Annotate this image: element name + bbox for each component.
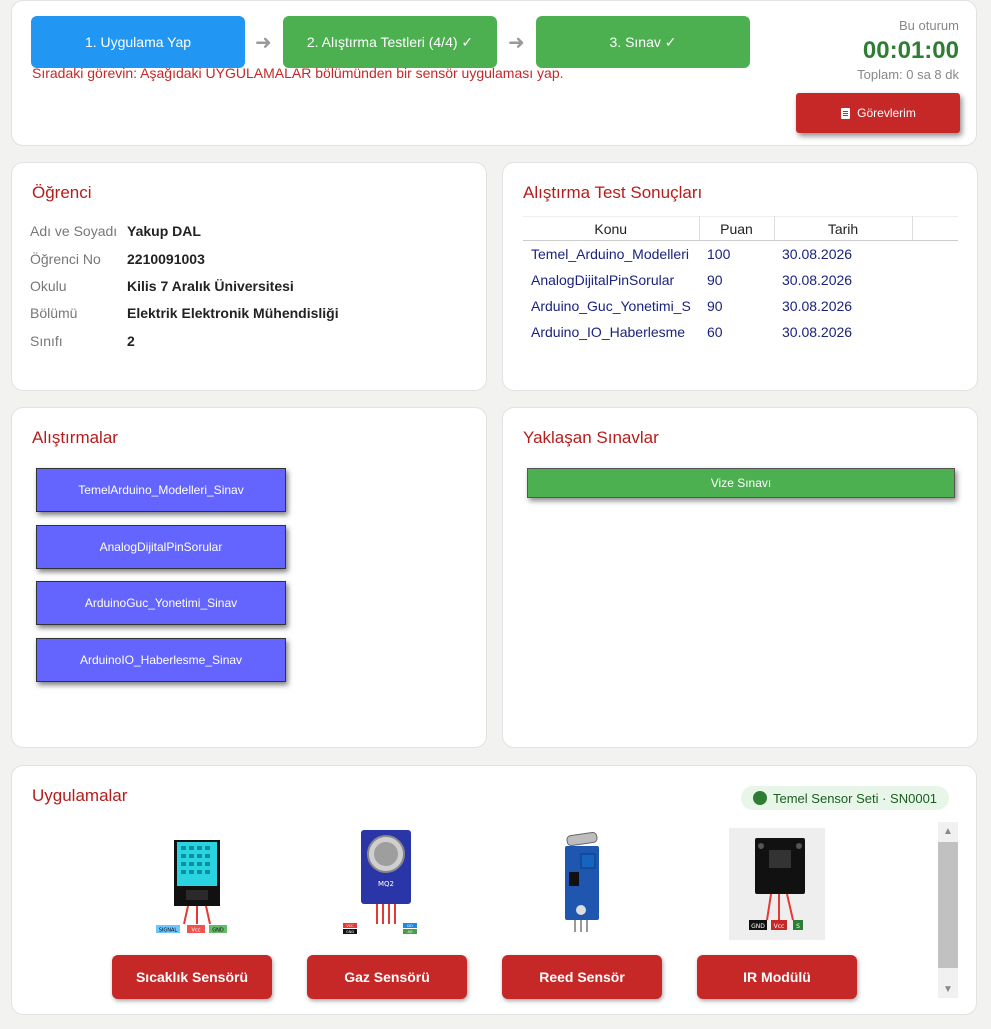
arrow-right-icon: ➜	[255, 32, 272, 54]
cell-topic: Arduino_IO_Haberlesme	[531, 323, 686, 340]
exercise-button[interactable]: TemelArduino_Modelleri_Sinav	[36, 468, 286, 512]
student-name-row: Adı ve Soyadı Yakup DAL	[30, 223, 201, 239]
cell-score: 90	[707, 297, 723, 314]
vcc-pin-label: Vcc	[192, 928, 201, 934]
cell-topic: Arduino_Guc_Yonetimi_S	[531, 297, 691, 314]
reed-sensor-button[interactable]: Reed Sensör	[502, 955, 662, 999]
temperature-sensor-image: SIGNAL Vcc GND	[156, 840, 227, 934]
exercise-button[interactable]: AnalogDijitalPinSorular	[36, 525, 286, 569]
table-row: AnalogDijitalPinSorular 90 30.08.2026	[523, 267, 958, 293]
tasks-button[interactable]: Görevlerim	[796, 93, 960, 133]
row-key: Sınıfı	[30, 333, 63, 349]
student-title: Öğrenci	[32, 183, 92, 202]
exams-card: Yaklaşan Sınavlar Vize Sınavı	[502, 407, 978, 748]
row-value: Yakup DAL	[127, 223, 201, 239]
student-number-row: Öğrenci No 2210091003	[30, 251, 205, 267]
step-practice-tests[interactable]: 2. Alıştırma Testleri (4/4) ✓	[283, 16, 497, 68]
ir-module-image: GND Vcc S	[729, 828, 825, 940]
reed-sensor-image	[565, 831, 599, 932]
table-row: Arduino_Guc_Yonetimi_S 90 30.08.2026	[523, 293, 958, 319]
cell-empty	[912, 267, 958, 293]
vcc-pin-label: Vcc	[774, 923, 785, 930]
gnd-pin-label: GND	[751, 923, 765, 930]
apps-title: Uygulamalar	[32, 786, 128, 805]
cell-score: 90	[707, 271, 723, 288]
gas-sensor-image: MQ2 VCC GND DO AO	[343, 830, 417, 934]
session-timer: Bu oturum 00:01:00 Toplam: 0 sa 8 dk	[857, 18, 959, 82]
cell-date: 30.08.2026	[782, 271, 853, 288]
exercises-card: Alıştırmalar TemelArduino_Modelleri_Sina…	[11, 407, 487, 748]
temperature-sensor-button[interactable]: Sıcaklık Sensörü	[112, 955, 272, 999]
gnd-pin-label: GND	[212, 928, 224, 934]
row-key: Okulu	[30, 278, 67, 294]
next-task-message: Sıradaki görevin: Aşağıdaki UYGULAMALAR …	[32, 65, 564, 81]
exercise-button[interactable]: ArduinoIO_Haberlesme_Sinav	[36, 638, 286, 682]
row-value: Kilis 7 Aralık Üniversitesi	[127, 278, 294, 294]
sensor-kit-badge: Temel Sensor Seti · SN0001	[741, 786, 950, 810]
step-apply[interactable]: 1. Uygulama Yap	[31, 16, 245, 68]
vcc-pin-label: VCC	[346, 924, 354, 928]
table-row: Temel_Arduino_Modelleri 100 30.08.2026	[523, 241, 958, 267]
gas-sensor-button[interactable]: Gaz Sensörü	[307, 955, 467, 999]
mq2-label: MQ2	[378, 880, 394, 888]
scroll-down-icon[interactable]: ▼	[938, 980, 958, 998]
header-topic[interactable]: Konu	[523, 216, 700, 241]
tasks-button-label: Görevlerim	[857, 106, 916, 120]
row-value: Elektrik Elektronik Mühendisliği	[127, 305, 339, 321]
scroll-up-icon[interactable]: ▲	[938, 822, 958, 840]
s-pin-label: S	[796, 923, 800, 930]
student-department-row: Bölümü Elektrik Elektronik Mühendisliği	[30, 305, 339, 321]
header-date[interactable]: Tarih	[774, 216, 913, 241]
session-time: 00:01:00	[862, 37, 959, 64]
session-total: Toplam: 0 sa 8 dk	[857, 67, 959, 82]
cell-score: 100	[707, 245, 731, 262]
do-pin-label: DO	[407, 924, 413, 928]
results-table: Konu Puan Tarih Temel_Arduino_Modelleri 1…	[523, 216, 958, 345]
ir-module-button[interactable]: IR Modülü	[697, 955, 857, 999]
header-empty	[912, 216, 958, 241]
cell-topic: Temel_Arduino_Modelleri	[531, 245, 689, 262]
row-value: 2	[127, 333, 135, 349]
status-dot-icon	[753, 791, 767, 805]
results-card: Alıştırma Test Sonuçları Konu Puan Tarih…	[502, 162, 978, 391]
cell-empty	[912, 293, 958, 319]
row-key: Adı ve Soyadı	[30, 223, 118, 239]
cell-date: 30.08.2026	[782, 245, 853, 262]
cell-date: 30.08.2026	[782, 323, 853, 340]
row-key: Öğrenci No	[30, 251, 101, 267]
cell-topic: AnalogDijitalPinSorular	[531, 271, 675, 288]
exam-button[interactable]: Vize Sınavı	[527, 468, 955, 498]
cell-empty	[912, 319, 958, 345]
step-exam[interactable]: 3. Sınav ✓	[536, 16, 750, 68]
student-school-row: Okulu Kilis 7 Aralık Üniversitesi	[30, 278, 294, 294]
progress-card: 1. Uygulama Yap ➜ 2. Alıştırma Testleri …	[11, 0, 977, 146]
gnd-pin-label: GND	[346, 930, 354, 934]
cell-empty	[912, 241, 958, 267]
apps-card: Uygulamalar Temel Sensor Seti · SN0001 S…	[11, 765, 977, 1015]
results-title: Alıştırma Test Sonuçları	[523, 183, 703, 202]
session-label: Bu oturum	[899, 18, 959, 33]
exercise-button[interactable]: ArduinoGuc_Yonetimi_Sinav	[36, 581, 286, 625]
student-card: Öğrenci Adı ve Soyadı Yakup DAL Öğrenci N…	[11, 162, 487, 391]
sensor-kit-label: Temel Sensor Seti · SN0001	[773, 790, 938, 806]
ao-pin-label: AO	[407, 930, 412, 934]
row-key: Bölümü	[30, 305, 78, 321]
signal-pin-label: SIGNAL	[159, 928, 178, 934]
scroll-thumb[interactable]	[938, 842, 958, 968]
exams-title: Yaklaşan Sınavlar	[523, 428, 659, 447]
cell-score: 60	[707, 323, 723, 340]
cell-date: 30.08.2026	[782, 297, 853, 314]
header-score[interactable]: Puan	[699, 216, 775, 241]
student-class-row: Sınıfı 2	[30, 333, 135, 349]
arrow-right-icon: ➜	[508, 32, 525, 54]
clipboard-icon	[841, 108, 851, 119]
row-value: 2210091003	[127, 251, 205, 267]
results-header-row: Konu Puan Tarih	[523, 216, 958, 241]
table-row: Arduino_IO_Haberlesme 60 30.08.2026	[523, 319, 958, 345]
apps-scrollbar[interactable]: ▲ ▼	[938, 822, 958, 998]
exercises-title: Alıştırmalar	[32, 428, 118, 447]
